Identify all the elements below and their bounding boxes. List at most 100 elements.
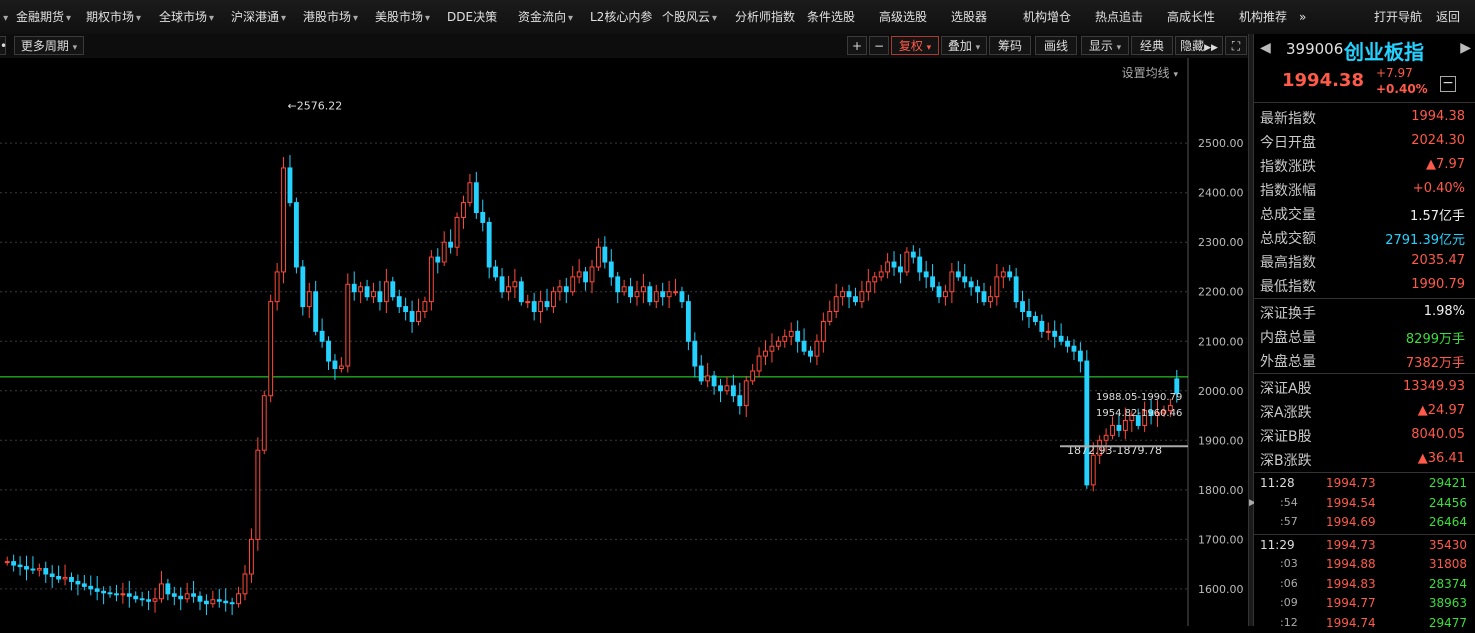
menu-item-9[interactable]: L2核心内参: [590, 8, 652, 26]
prev-stock-icon[interactable]: ◀: [1260, 40, 1271, 56]
candle-body: [725, 386, 729, 391]
candle-body: [455, 217, 459, 247]
menu-item-16[interactable]: 热点追击: [1095, 8, 1143, 26]
stat-row: 总成交量1.57亿手: [1254, 201, 1475, 225]
candle-body: [243, 574, 247, 594]
candle-body: [731, 386, 735, 396]
stat-row: 内盘总量8299万手: [1254, 324, 1475, 348]
menu-item-12[interactable]: 条件选股: [807, 8, 855, 26]
stat-row: 指数涨跌▲7.97: [1254, 153, 1475, 177]
candle-body: [584, 272, 588, 282]
candle-body: [693, 341, 697, 366]
chart-toolbar: • 更多周期 ▾ + − 复权 ▾ 叠加 ▾ 筹码 画线 显示 ▾ 经典 隐藏▶…: [0, 34, 1250, 59]
zoom-out-button[interactable]: −: [869, 36, 889, 55]
candle-body: [442, 242, 446, 262]
candle-body: [879, 272, 883, 277]
menu-item-13[interactable]: 高级选股: [879, 8, 927, 26]
candle-body: [815, 341, 819, 356]
ma-setting-button[interactable]: 设置均线 ▾: [1122, 64, 1178, 81]
menu-item-label: L2核心内参: [590, 10, 652, 24]
menu-item-7[interactable]: DDE决策: [447, 8, 497, 26]
menu-item-11[interactable]: 分析师指数: [735, 8, 795, 26]
hide-button[interactable]: 隐藏▶▶: [1175, 36, 1223, 55]
candle-body: [50, 574, 54, 576]
candle-body: [449, 242, 453, 247]
tick-time: :12: [1280, 616, 1298, 629]
candle-body: [185, 594, 189, 599]
draw-line-button[interactable]: 画线: [1035, 36, 1077, 55]
fuquan-dropdown[interactable]: 复权 ▾: [891, 36, 939, 55]
menu-item-2[interactable]: 期权市场▾: [86, 8, 141, 26]
tick-row: :091994.7738963: [1254, 594, 1475, 614]
more-periods-dropdown[interactable]: 更多周期 ▾: [14, 36, 84, 55]
candle-body: [365, 287, 369, 297]
menu-item-5[interactable]: 港股市场▾: [303, 8, 358, 26]
candle-body: [834, 297, 838, 312]
collapse-button[interactable]: −: [1440, 76, 1456, 92]
stat-row: 最高指数2035.47: [1254, 249, 1475, 273]
stat-label: 深证换手: [1260, 303, 1316, 323]
candle-body: [963, 277, 967, 282]
y-tick-label: 2100.00: [1198, 335, 1244, 348]
candlestick-chart[interactable]: 2500.002400.002300.002200.002100.002000.…: [0, 58, 1248, 626]
stat-value: 1.57亿手: [1410, 205, 1465, 224]
tick-time: 11:28: [1260, 476, 1295, 490]
candle-body: [76, 581, 80, 583]
chart-canvas[interactable]: 2500.002400.002300.002200.002100.002000.…: [0, 58, 1248, 626]
candle-body: [494, 267, 498, 277]
menu-item-3[interactable]: 全球市场▾: [159, 8, 214, 26]
menu-item-8[interactable]: 资金流向▾: [518, 8, 573, 26]
candle-body: [423, 302, 427, 312]
candle-body: [873, 277, 877, 282]
menu-item-14[interactable]: 选股器: [951, 8, 987, 26]
stat-value: 1990.79: [1411, 277, 1465, 292]
menu-item-label: 高成长性: [1167, 10, 1215, 24]
candle-body: [629, 287, 633, 297]
prev-period-button[interactable]: •: [0, 36, 6, 55]
stat-row: 今日开盘2024.30: [1254, 129, 1475, 153]
candle-body: [526, 302, 530, 303]
candle-body: [661, 292, 665, 297]
stat-label: 总成交额: [1260, 228, 1316, 248]
overlay-dropdown[interactable]: 叠加 ▾: [941, 36, 987, 55]
candle-body: [134, 596, 138, 598]
candle-body: [699, 366, 703, 381]
classic-button[interactable]: 经典: [1131, 36, 1173, 55]
stat-value: 1994.38: [1411, 109, 1465, 124]
tick-volume: 26464: [1429, 515, 1467, 529]
menu-item-18[interactable]: 机构推荐: [1239, 8, 1287, 26]
candle-body: [436, 257, 440, 262]
chip-button[interactable]: 筹码: [989, 36, 1031, 55]
menu-item-19[interactable]: »: [1299, 8, 1306, 26]
display-dropdown[interactable]: 显示 ▾: [1081, 36, 1129, 55]
menu-item-10[interactable]: 个股风云▾: [662, 8, 717, 26]
candle-body: [886, 262, 890, 272]
candle-body: [153, 599, 157, 601]
menu-item-label: 沪深港通: [231, 10, 279, 24]
candle-body: [500, 277, 504, 292]
candle-body: [821, 321, 825, 341]
candle-body: [603, 247, 607, 262]
candle-body: [789, 331, 793, 336]
menu-item-4[interactable]: 沪深港通▾: [231, 8, 286, 26]
menu-item-20[interactable]: 打开导航: [1374, 8, 1422, 26]
next-stock-icon[interactable]: ▶: [1460, 40, 1471, 56]
candle-body: [988, 297, 992, 302]
menu-item-1[interactable]: 金融期货▾: [16, 8, 71, 26]
menu-item-17[interactable]: 高成长性: [1167, 8, 1215, 26]
fullscreen-button[interactable]: ⛶: [1225, 36, 1247, 55]
chevron-down-icon: ▾: [3, 13, 8, 24]
tick-time: 11:29: [1260, 538, 1295, 552]
menu-item-21[interactable]: 返回: [1436, 8, 1460, 26]
tick-volume: 29477: [1429, 616, 1467, 630]
tick-time: :57: [1280, 515, 1298, 528]
candle-body: [44, 569, 48, 574]
menu-item-0[interactable]: •▾: [0, 8, 8, 26]
menu-item-15[interactable]: 机构增仓: [1023, 8, 1071, 26]
overlay-label: 叠加: [948, 39, 972, 53]
candle-body: [307, 292, 311, 307]
zoom-in-button[interactable]: +: [847, 36, 867, 55]
candle-body: [391, 282, 395, 297]
stat-row: 最新指数1994.38: [1254, 105, 1475, 129]
menu-item-6[interactable]: 美股市场▾: [375, 8, 430, 26]
